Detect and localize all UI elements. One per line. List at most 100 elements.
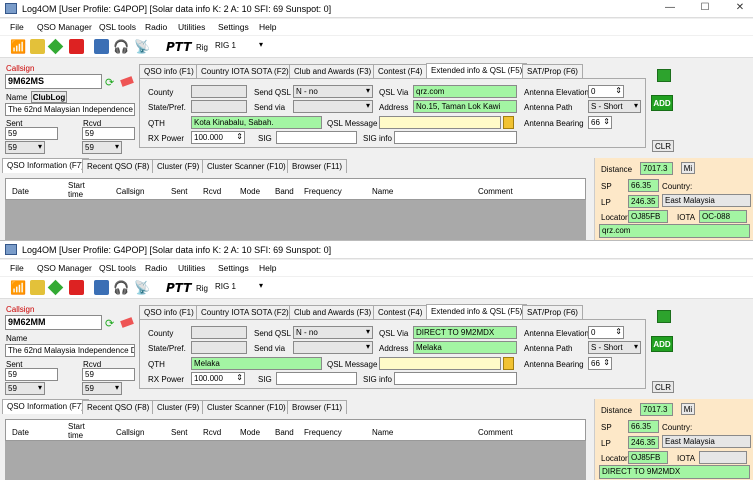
sent-rst-input[interactable]: 59 — [5, 368, 58, 381]
menu-settings[interactable]: Settings — [218, 263, 249, 273]
tab-contest[interactable]: Contest (F4) — [373, 305, 428, 319]
tab-extended-info-qsl[interactable]: Extended info & QSL (F5) — [426, 304, 528, 319]
col-name[interactable]: Name — [372, 187, 393, 196]
rcvd-rst-select[interactable]: 59 — [82, 382, 122, 395]
lock-icon[interactable] — [503, 357, 514, 370]
ptt-label[interactable]: PTT — [166, 40, 191, 54]
wifi-icon[interactable]: 📶 — [10, 280, 26, 295]
tab-cluster[interactable]: Cluster (F9) — [152, 400, 205, 414]
col-start-time[interactable]: Start time — [68, 422, 94, 440]
tab-qso-info[interactable]: QSO info (F1) — [139, 305, 199, 319]
add-button[interactable]: ADD — [651, 336, 673, 352]
award-icon[interactable] — [47, 279, 64, 296]
tab-recent-qso[interactable]: Recent QSO (F8) — [82, 400, 155, 414]
name-input[interactable]: The 62nd Malaysian Independence — [5, 103, 135, 116]
tab-cluster-scanner[interactable]: Cluster Scanner (F10) — [202, 400, 291, 414]
rx-power-input[interactable]: 100.000 — [191, 131, 245, 144]
col-mode[interactable]: Mode — [240, 187, 260, 196]
lookup-icon[interactable]: ⟳ — [105, 76, 114, 89]
col-callsign[interactable]: Callsign — [116, 428, 144, 437]
qsl-via-input[interactable]: DIRECT TO 9M2MDX — [413, 326, 517, 339]
send-qsl-select[interactable]: N - no — [293, 85, 373, 98]
col-sent[interactable]: Sent — [171, 187, 187, 196]
tab-browser[interactable]: Browser (F11) — [287, 159, 348, 173]
menu-help[interactable]: Help — [259, 263, 276, 273]
miles-toggle[interactable]: Mi — [681, 403, 695, 415]
qsl-card-icon[interactable] — [69, 39, 84, 54]
tab-cluster[interactable]: Cluster (F9) — [152, 159, 205, 173]
menu-qso-manager[interactable]: QSO Manager — [37, 22, 92, 32]
tab-qso-info[interactable]: QSO info (F1) — [139, 64, 199, 78]
sig-info-input[interactable] — [394, 372, 517, 385]
cluster-icon[interactable] — [30, 39, 45, 54]
tab-country-iota-sota[interactable]: Country IOTA SOTA (F2) — [196, 305, 294, 319]
qso-grid-body[interactable] — [5, 200, 586, 240]
sent-rst-select[interactable]: 59 — [5, 141, 45, 154]
qth-input[interactable]: Melaka — [191, 357, 322, 370]
col-start-time[interactable]: Start time — [68, 181, 94, 199]
col-rcvd[interactable]: Rcvd — [203, 428, 221, 437]
sig-info-input[interactable] — [394, 131, 517, 144]
clear-button[interactable]: CLR — [652, 381, 674, 393]
sig-input[interactable] — [276, 131, 357, 144]
menu-settings[interactable]: Settings — [218, 22, 249, 32]
rig-select[interactable]: RIG 1 — [213, 281, 265, 294]
col-name[interactable]: Name — [372, 428, 393, 437]
qth-input[interactable]: Kota Kinabalu, Sabah. — [191, 116, 322, 129]
col-rcvd[interactable]: Rcvd — [203, 187, 221, 196]
col-date[interactable]: Date — [12, 187, 29, 196]
rcvd-rst-select[interactable]: 59 — [82, 141, 122, 154]
close-button[interactable]: ✕ — [730, 2, 750, 16]
add-button[interactable]: ADD — [651, 95, 673, 111]
col-callsign[interactable]: Callsign — [116, 187, 144, 196]
col-frequency[interactable]: Frequency — [304, 187, 342, 196]
state-input[interactable] — [191, 341, 247, 354]
col-comment[interactable]: Comment — [478, 428, 513, 437]
county-input[interactable] — [191, 85, 247, 98]
menu-qsl-tools[interactable]: QSL tools — [99, 22, 136, 32]
tab-club-awards[interactable]: Club and Awards (F3) — [289, 305, 377, 319]
antenna-path-select[interactable]: S - Short — [588, 100, 641, 113]
menu-file[interactable]: File — [10, 22, 24, 32]
antenna-path-select[interactable]: S - Short — [588, 341, 641, 354]
col-sent[interactable]: Sent — [171, 428, 187, 437]
menu-radio[interactable]: Radio — [145, 263, 167, 273]
menu-qsl-tools[interactable]: QSL tools — [99, 263, 136, 273]
send-via-select[interactable] — [293, 100, 373, 113]
menu-file[interactable]: File — [10, 263, 24, 273]
clublog-button[interactable]: ClubLog — [31, 91, 67, 103]
tab-sat-prop[interactable]: SAT/Prop (F6) — [522, 305, 583, 319]
rig-select[interactable]: RIG 1 — [213, 40, 265, 53]
antenna-icon[interactable]: 📡 — [134, 39, 150, 54]
wifi-icon[interactable]: 📶 — [10, 39, 26, 54]
col-mode[interactable]: Mode — [240, 428, 260, 437]
col-date[interactable]: Date — [12, 428, 29, 437]
antenna-icon[interactable]: 📡 — [134, 280, 150, 295]
callsign-input[interactable]: 9M62MM — [5, 315, 102, 330]
menu-help[interactable]: Help — [259, 22, 276, 32]
eraser-icon[interactable] — [120, 76, 134, 87]
tab-cluster-scanner[interactable]: Cluster Scanner (F10) — [202, 159, 291, 173]
qso-grid-body[interactable] — [5, 441, 586, 480]
cluster-icon[interactable] — [30, 280, 45, 295]
award-icon[interactable] — [47, 38, 64, 55]
send-via-select[interactable] — [293, 341, 373, 354]
menu-utilities[interactable]: Utilities — [178, 22, 205, 32]
name-input[interactable]: The 62nd Malaysia Independence Day — [5, 344, 135, 357]
antenna-bearing-input[interactable]: 66 — [588, 357, 612, 370]
menu-radio[interactable]: Radio — [145, 22, 167, 32]
maximize-button[interactable]: ☐ — [695, 2, 715, 16]
rcvd-rst-input[interactable]: 59 — [82, 127, 135, 140]
tab-browser[interactable]: Browser (F11) — [287, 400, 348, 414]
callsign-input[interactable]: 9M62MS — [5, 74, 102, 89]
state-input[interactable] — [191, 100, 247, 113]
qsl-card-icon[interactable] — [69, 280, 84, 295]
miles-toggle[interactable]: Mi — [681, 162, 695, 174]
minimize-button[interactable]: — — [660, 2, 680, 16]
sent-rst-select[interactable]: 59 — [5, 382, 45, 395]
rcvd-rst-input[interactable]: 59 — [82, 368, 135, 381]
qsl-via-input[interactable]: qrz.com — [413, 85, 517, 98]
headphones-icon[interactable]: 🎧 — [113, 39, 129, 54]
lock-icon[interactable] — [503, 116, 514, 129]
tab-sat-prop[interactable]: SAT/Prop (F6) — [522, 64, 583, 78]
